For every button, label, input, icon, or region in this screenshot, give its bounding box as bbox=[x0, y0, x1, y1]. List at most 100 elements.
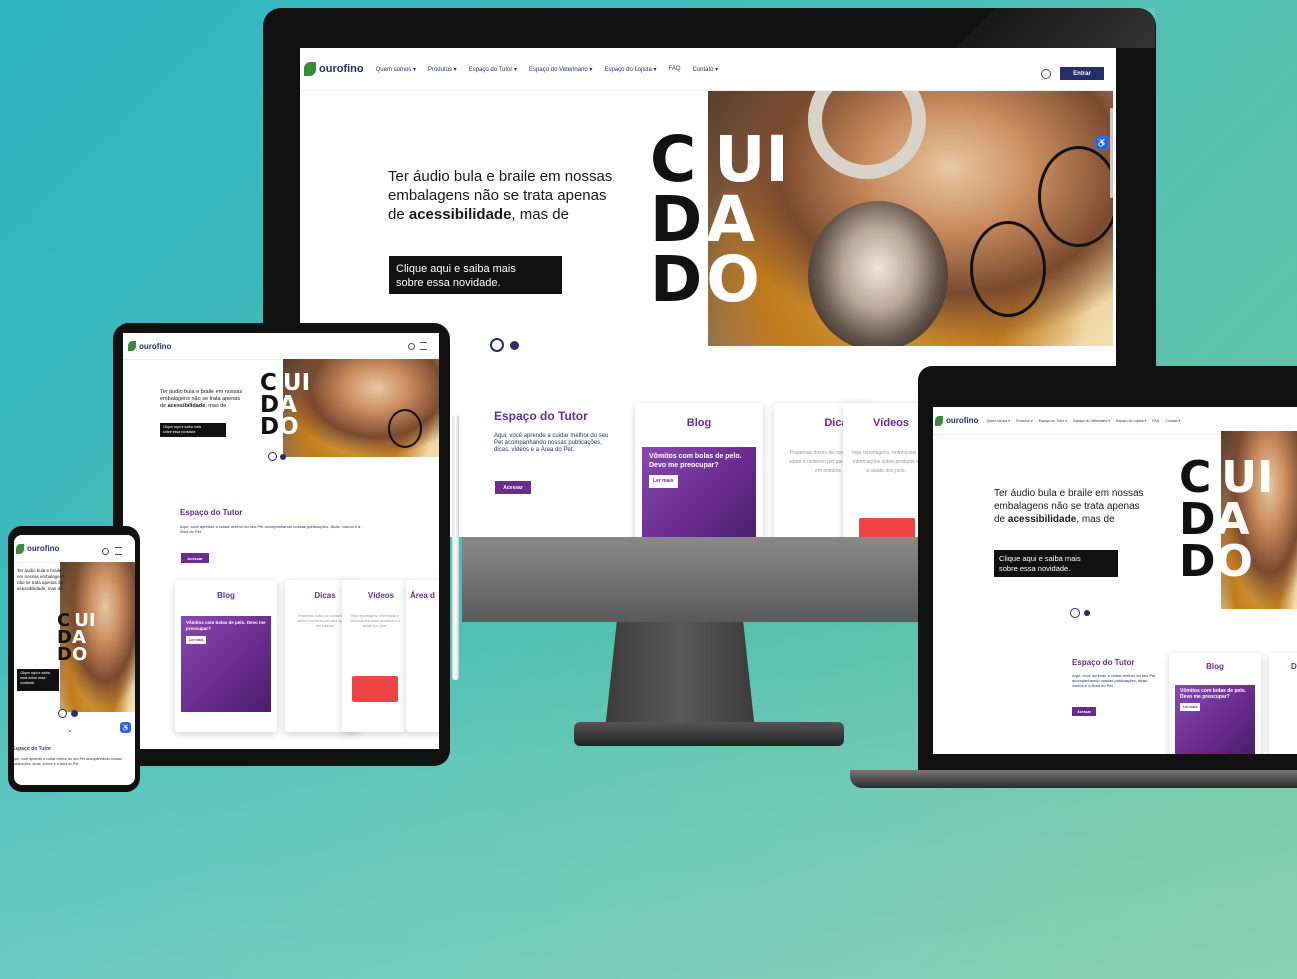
carousel-dot-2[interactable] bbox=[510, 340, 519, 350]
scrollbar[interactable] bbox=[1110, 108, 1113, 198]
chevron-down-icon[interactable]: ⌄ bbox=[67, 726, 73, 734]
laptop-hero-cta[interactable]: Clique aqui e saiba mais sobre essa novid… bbox=[994, 550, 1118, 577]
blog-post-image[interactable]: Vômitos com bolas de pelo. Devo me preoc… bbox=[1175, 685, 1255, 754]
carousel-dot-2[interactable] bbox=[1084, 610, 1090, 616]
hamburger-menu-icon[interactable] bbox=[115, 547, 122, 555]
desktop-navbar: ourofino Quem somos ▾ Produtos ▾ Espaço … bbox=[300, 48, 1116, 91]
search-icon[interactable] bbox=[102, 548, 109, 555]
video-thumbnail[interactable] bbox=[859, 518, 915, 537]
tablet-carousel-dots[interactable] bbox=[268, 452, 286, 461]
headphones bbox=[808, 91, 926, 179]
nav-item-quem-somos[interactable]: Quem somos ▾ bbox=[376, 66, 416, 73]
video-thumbnail[interactable] bbox=[352, 676, 398, 702]
laptop-cuidado-letters: C UI DA DO bbox=[1179, 452, 1274, 587]
carousel-dot-1[interactable] bbox=[268, 452, 277, 461]
search-icon[interactable] bbox=[408, 343, 415, 350]
desktop-tutor-title: Espaço do Tutor bbox=[494, 409, 588, 423]
desktop-logo[interactable]: ourofino bbox=[304, 62, 364, 76]
infinity-loop bbox=[388, 409, 422, 448]
nav-item-espaco-veterinario[interactable]: Espaço do Veterinário ▾ bbox=[1073, 419, 1110, 423]
hero-text-line3: de acessibilidade, mas de bbox=[388, 206, 569, 223]
nav-item-espaco-lojista[interactable]: Espaço do Lojista ▾ bbox=[604, 66, 656, 73]
phone-hero-cta[interactable]: Clique aqui e saiba mais sobre essa novi… bbox=[17, 669, 59, 691]
hero-text-line1: Ter áudio bula e braile em nossas bbox=[388, 168, 613, 185]
leaf-icon bbox=[128, 341, 136, 351]
tablet-hero-cta[interactable]: Clique aqui e saiba mais sobre essa novid… bbox=[160, 423, 226, 437]
tablet-cuidado-letters: C UI DA DO bbox=[260, 370, 311, 440]
laptop-tutor-desc: Aqui, você aprende a cuidar melhor do se… bbox=[1072, 673, 1156, 688]
phone-navbar: ourofino bbox=[14, 535, 135, 563]
infinity-left-loop bbox=[970, 221, 1046, 317]
nav-item-quem-somos[interactable]: Quem somos ▾ bbox=[986, 419, 1010, 423]
desktop-carousel-dots[interactable] bbox=[490, 338, 519, 352]
tablet-tutor-desc: Aqui, você aprende a cuidar melhor do se… bbox=[180, 524, 361, 534]
laptop-card-blog[interactable]: Blog Vômitos com bolas de pelo. Devo me … bbox=[1169, 653, 1261, 754]
accessibility-icon[interactable]: ♿ bbox=[1095, 136, 1109, 150]
phone-screen: ourofino Ter áudio bula e braile em noss… bbox=[14, 535, 135, 785]
leaf-icon bbox=[16, 543, 24, 554]
search-icon[interactable] bbox=[1041, 69, 1051, 79]
blog-post-image[interactable]: Vômitos com bolas de pelo. Devo me preoc… bbox=[181, 616, 271, 712]
laptop-screen: ourofino Quem somos ▾ Produtos ▾ Espaço … bbox=[933, 407, 1297, 754]
phone-hero-text: Ter áudio bula e braile em nossas embala… bbox=[17, 568, 65, 591]
laptop-card-dicas[interactable]: Dicas bbox=[1269, 653, 1297, 754]
laptop-menu: Quem somos ▾ Produtos ▾ Espaço do Tutor … bbox=[986, 419, 1180, 423]
nav-item-produtos[interactable]: Produtos ▾ bbox=[428, 66, 457, 73]
stylus bbox=[452, 415, 459, 680]
tablet-navbar: ourofino bbox=[123, 333, 439, 360]
monitor-stand-neck bbox=[605, 620, 755, 730]
read-more-button[interactable]: Ler mais bbox=[186, 636, 207, 644]
desktop-hero-text: Ter áudio bula e braile em nossas embala… bbox=[388, 167, 612, 224]
carousel-dot-2[interactable] bbox=[280, 453, 286, 460]
login-button[interactable]: Entrar bbox=[1060, 67, 1104, 80]
blog-post-image[interactable]: Vômitos com bolas de pelo. Devo me preoc… bbox=[642, 447, 756, 537]
leaf-icon bbox=[304, 62, 316, 76]
tablet-screen: ourofino Ter áudio bula e braile em noss… bbox=[123, 333, 439, 749]
desktop-card-videos[interactable]: Vídeos Veja reportagens, entrevistas e i… bbox=[843, 403, 925, 537]
desktop-menu: Quem somos ▾ Produtos ▾ Espaço do Tutor … bbox=[376, 66, 719, 73]
laptop-base bbox=[850, 770, 1297, 788]
laptop-hero-text: Ter áudio bula e braile em nossas embala… bbox=[994, 488, 1144, 525]
leaf-icon bbox=[935, 415, 943, 426]
nav-item-contato[interactable]: Contato ▾ bbox=[693, 66, 719, 73]
infinity-right-loop bbox=[1038, 146, 1113, 247]
nav-item-espaco-tutor[interactable]: Espaço do Tutor ▾ bbox=[1039, 419, 1067, 423]
phone-tutor-desc: Aqui, você aprende a cuidar melhor do se… bbox=[14, 757, 123, 766]
laptop-logo[interactable]: ourofino bbox=[935, 415, 978, 426]
desktop-cuidado-letters: C UI DA DO bbox=[650, 123, 789, 316]
desktop-tutor-desc: Aqui, você aprende a cuidar melhor do se… bbox=[494, 433, 609, 453]
laptop-carousel-dots[interactable] bbox=[1070, 608, 1090, 618]
tablet-logo[interactable]: ourofino bbox=[128, 341, 171, 351]
nav-item-espaco-veterinario[interactable]: Espaço do Veterinário ▾ bbox=[529, 66, 592, 73]
laptop-tutor-button[interactable]: Acessar bbox=[1072, 707, 1096, 716]
nav-item-espaco-tutor[interactable]: Espaço do Tutor ▾ bbox=[469, 66, 517, 73]
nav-item-faq[interactable]: FAQ bbox=[1152, 419, 1159, 423]
carousel-dot-2[interactable] bbox=[71, 710, 78, 717]
tablet-card-area[interactable]: Área d bbox=[406, 580, 439, 732]
tablet-card-blog[interactable]: Blog Vômitos com bolas de pelo. Devo me … bbox=[175, 580, 277, 732]
hamburger-menu-icon[interactable] bbox=[420, 342, 427, 350]
tablet-hero-text: Ter áudio bula e braile em nossas embala… bbox=[160, 389, 243, 409]
nav-item-espaco-lojista[interactable]: Espaço do Lojista ▾ bbox=[1116, 419, 1146, 423]
tablet-card-videos[interactable]: Vídeos Veja reportagens, entrevistas e i… bbox=[342, 580, 406, 732]
tablet-tutor-button[interactable]: Acessar bbox=[181, 553, 209, 563]
tablet-tutor-title: Espaço do Tutor bbox=[180, 508, 243, 517]
carousel-dot-1[interactable] bbox=[490, 338, 504, 352]
desktop-hero-cta[interactable]: Clique aqui e saiba mais sobre essa novid… bbox=[389, 256, 562, 294]
phone-tutor-title: Espaço do Tutor bbox=[14, 746, 52, 752]
logo-text: ourofino bbox=[319, 63, 364, 75]
phone-carousel-dots[interactable] bbox=[58, 709, 78, 718]
cat bbox=[808, 201, 948, 346]
desktop-tutor-button[interactable]: Acessar bbox=[495, 481, 531, 494]
read-more-button[interactable]: Ler mais bbox=[649, 475, 678, 488]
hero-text-line2: embalagens não se trata apenas bbox=[388, 187, 607, 204]
phone-logo[interactable]: ourofino bbox=[16, 543, 59, 554]
accessibility-icon[interactable]: ♿ bbox=[120, 722, 131, 733]
carousel-dot-1[interactable] bbox=[1070, 608, 1080, 618]
carousel-dot-1[interactable] bbox=[58, 709, 67, 718]
nav-item-contato[interactable]: Contato ▾ bbox=[1165, 419, 1180, 423]
desktop-card-blog[interactable]: Blog Vômitos com bolas de pelo. Devo me … bbox=[635, 403, 763, 537]
nav-item-faq[interactable]: FAQ bbox=[668, 66, 680, 73]
nav-item-produtos[interactable]: Produtos ▾ bbox=[1016, 419, 1033, 423]
read-more-button[interactable]: Ler mais bbox=[1180, 703, 1201, 711]
